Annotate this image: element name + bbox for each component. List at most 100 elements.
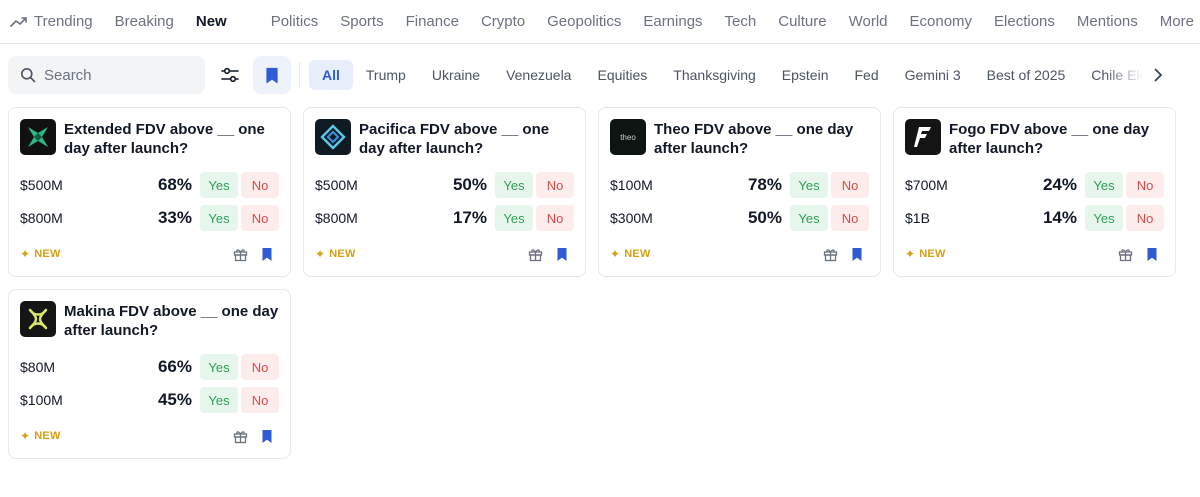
no-button[interactable]: No <box>536 172 574 198</box>
yes-button[interactable]: Yes <box>1085 205 1123 231</box>
no-button[interactable]: No <box>241 354 279 380</box>
no-button[interactable]: No <box>831 205 869 231</box>
outcome-row: $800M 17% Yes No <box>315 204 574 232</box>
nav-item-economy[interactable]: Economy <box>910 13 973 30</box>
chip-all[interactable]: All <box>309 60 353 90</box>
yes-button[interactable]: Yes <box>200 172 238 198</box>
search-box[interactable] <box>8 56 205 94</box>
market-title[interactable]: Makina FDV above __ one day after launch… <box>64 302 280 340</box>
outcome-row: $700M 24% Yes No <box>905 171 1164 199</box>
market-card[interactable]: theo Theo FDV above __ one day after lau… <box>598 107 881 277</box>
gift-button[interactable] <box>1116 245 1134 263</box>
no-button[interactable]: No <box>1126 205 1164 231</box>
nav-item-crypto[interactable]: Crypto <box>481 13 525 30</box>
bookmark-icon <box>262 429 272 443</box>
chip-trump[interactable]: Trump <box>353 60 419 90</box>
yes-button[interactable]: Yes <box>200 387 238 413</box>
gift-button[interactable] <box>821 245 839 263</box>
market-card[interactable]: Extended FDV above __ one day after laun… <box>8 107 291 277</box>
yes-button[interactable]: Yes <box>495 172 533 198</box>
nav-item-finance[interactable]: Finance <box>406 13 459 30</box>
yes-button[interactable]: Yes <box>495 205 533 231</box>
market-title[interactable]: Theo FDV above __ one day after launch? <box>654 120 870 158</box>
bookmarks-filter-button[interactable] <box>253 56 291 94</box>
nav-item-mentions[interactable]: Mentions <box>1077 13 1138 30</box>
market-card[interactable]: Makina FDV above __ one day after launch… <box>8 289 291 459</box>
nav-item-label: World <box>848 13 888 30</box>
bookmark-button[interactable] <box>1143 245 1161 263</box>
yes-button[interactable]: Yes <box>790 172 828 198</box>
chip-gemini-3[interactable]: Gemini 3 <box>892 60 974 90</box>
filter-bar: All Trump Ukraine Venezuela Equities Tha… <box>8 56 1200 94</box>
nav-item-elections[interactable]: Elections <box>994 13 1055 30</box>
no-button[interactable]: No <box>536 205 574 231</box>
no-button[interactable]: No <box>241 205 279 231</box>
bookmark-button[interactable] <box>848 245 866 263</box>
card-footer: ✦ NEW <box>905 245 1161 263</box>
chip-epstein[interactable]: Epstein <box>769 60 842 90</box>
nav-item-earnings[interactable]: Earnings <box>643 13 702 30</box>
market-title[interactable]: Fogo FDV above __ one day after launch? <box>949 120 1165 158</box>
nav-item-tech[interactable]: Tech <box>725 13 757 30</box>
new-badge-label: NEW <box>624 248 651 260</box>
outcome-row: $300M 50% Yes No <box>610 204 869 232</box>
no-button[interactable]: No <box>1126 172 1164 198</box>
nav-item-sports[interactable]: Sports <box>340 13 383 30</box>
outcome-label: $500M <box>20 177 63 193</box>
chip-equities[interactable]: Equities <box>584 60 660 90</box>
market-title[interactable]: Pacifica FDV above __ one day after laun… <box>359 120 575 158</box>
nav-item-breaking[interactable]: Breaking <box>115 13 174 30</box>
no-button[interactable]: No <box>831 172 869 198</box>
chip-venezuela[interactable]: Venezuela <box>493 60 584 90</box>
gift-button[interactable] <box>231 245 249 263</box>
nav-item-geopolitics[interactable]: Geopolitics <box>547 13 621 30</box>
chip-fed[interactable]: Fed <box>842 60 892 90</box>
nav-item-culture[interactable]: Culture <box>778 13 826 30</box>
market-card[interactable]: Fogo FDV above __ one day after launch? … <box>893 107 1176 277</box>
outcome-label: $100M <box>20 392 63 408</box>
nav-item-label: Geopolitics <box>547 13 622 30</box>
nav-item-label: Politics <box>270 13 319 30</box>
outcome-row: $100M 78% Yes No <box>610 171 869 199</box>
no-button[interactable]: No <box>241 172 279 198</box>
nav-item-label: Breaking <box>114 13 174 30</box>
outcome-label: $100M <box>610 177 653 193</box>
bookmark-button[interactable] <box>258 427 276 445</box>
nav-item-politics[interactable]: Politics <box>271 13 319 30</box>
filter-settings-button[interactable] <box>211 56 249 94</box>
nav-item-label: Finance <box>405 13 459 30</box>
market-card[interactable]: Pacifica FDV above __ one day after laun… <box>303 107 586 277</box>
new-badge-label: NEW <box>34 248 61 260</box>
chip-label: Venezuela <box>506 67 572 83</box>
nav-item-label: Crypto <box>480 13 526 30</box>
bookmark-button[interactable] <box>258 245 276 263</box>
outcome-label: $300M <box>610 210 653 226</box>
search-icon <box>21 68 36 83</box>
yes-button[interactable]: Yes <box>200 354 238 380</box>
yes-button[interactable]: Yes <box>1085 172 1123 198</box>
card-footer: ✦ NEW <box>610 245 866 263</box>
chips-scroll-right-button[interactable] <box>1146 60 1170 90</box>
nav-item-trending[interactable]: Trending <box>10 13 93 30</box>
new-badge: ✦ NEW <box>610 247 812 261</box>
yes-button[interactable]: Yes <box>790 205 828 231</box>
outcome-label: $1B <box>905 210 930 226</box>
chip-best-of-2025[interactable]: Best of 2025 <box>974 60 1079 90</box>
yes-button[interactable]: Yes <box>200 205 238 231</box>
bookmark-button[interactable] <box>553 245 571 263</box>
chip-ukraine[interactable]: Ukraine <box>419 60 493 90</box>
chip-thanksgiving[interactable]: Thanksgiving <box>660 60 769 90</box>
gift-icon <box>528 248 542 261</box>
market-title[interactable]: Extended FDV above __ one day after laun… <box>64 120 280 158</box>
no-button[interactable]: No <box>241 387 279 413</box>
search-input[interactable] <box>44 66 194 84</box>
nav-item-new[interactable]: New <box>196 13 227 30</box>
chip-label: Fed <box>854 67 879 83</box>
chip-label: Trump <box>365 67 406 83</box>
gift-button[interactable] <box>526 245 544 263</box>
nav-item-world[interactable]: World <box>849 13 888 30</box>
outcome-percent: 17% <box>452 208 487 227</box>
nav-more-button[interactable]: More <box>1160 13 1200 30</box>
gift-button[interactable] <box>231 427 249 445</box>
new-badge: ✦ NEW <box>905 247 1107 261</box>
